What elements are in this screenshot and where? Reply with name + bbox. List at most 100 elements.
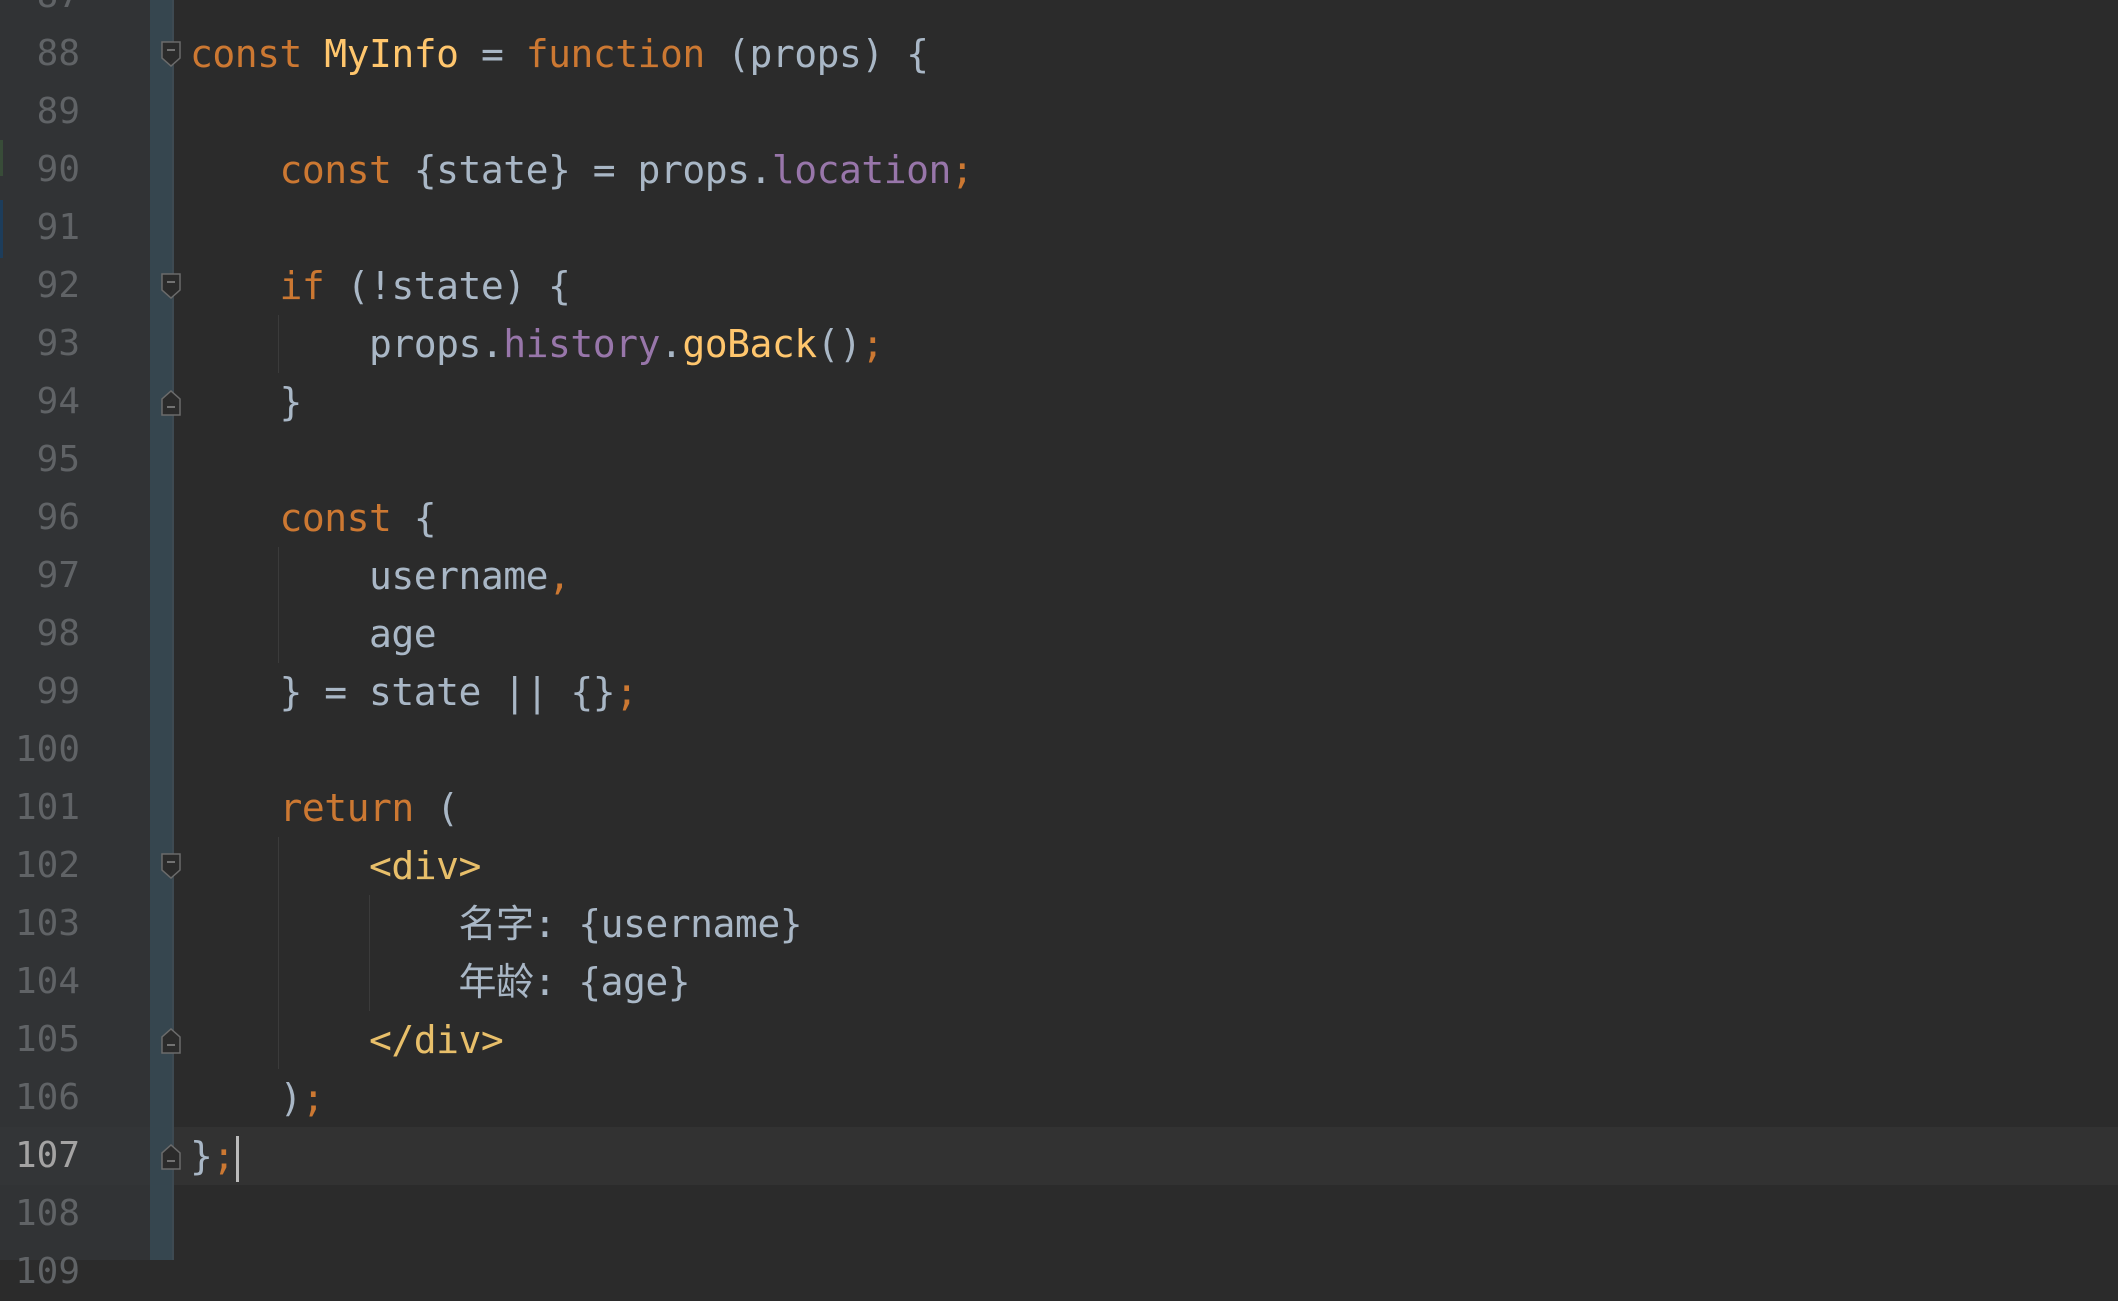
code-text: const MyInfo = function (props) {: [190, 25, 929, 83]
line-number: 108: [14, 1193, 80, 1234]
code-line[interactable]: 103 名字: {username}: [0, 895, 2118, 953]
code-text: </div>: [190, 1011, 504, 1069]
indent-guide: [278, 837, 280, 1069]
line-number: 105: [14, 1019, 80, 1060]
code-token-df: {: [413, 496, 437, 540]
line-number: 100: [14, 729, 80, 770]
code-token-pr: history: [503, 322, 660, 366]
code-token-tag: <div>: [190, 844, 481, 888]
code-text: if (!state) {: [190, 257, 571, 315]
code-token-fn: MyInfo: [324, 32, 459, 76]
code-token-df: (: [436, 786, 459, 830]
line-number: 104: [14, 961, 80, 1002]
line-number: 94: [36, 381, 80, 422]
code-line[interactable]: 99 } = state || {};: [0, 663, 2118, 721]
code-line[interactable]: 104 年龄: {age}: [0, 953, 2118, 1011]
code-token-pr: location: [771, 148, 952, 192]
code-token-df: 年龄: {age}: [190, 960, 691, 1004]
code-token-pn: ;: [861, 322, 884, 366]
code-text: }: [190, 373, 303, 431]
code-token-kw: const: [190, 496, 414, 540]
line-number: 88: [36, 33, 80, 74]
code-token-pn: ;: [950, 148, 974, 192]
code-token-pn: ,: [548, 554, 571, 598]
fold-collapse-icon[interactable]: [161, 41, 181, 68]
code-token-df: (props) {: [727, 32, 929, 76]
code-text: const {: [190, 489, 437, 547]
code-token-df: }: [190, 380, 303, 424]
code-line[interactable]: 87: [0, 0, 2118, 25]
line-number: 101: [14, 787, 80, 828]
code-text: 年龄: {age}: [190, 953, 691, 1011]
code-token-df: username: [190, 554, 549, 598]
code-line[interactable]: 98 age: [0, 605, 2118, 663]
code-line[interactable]: 102 <div>: [0, 837, 2118, 895]
line-number: 91: [36, 207, 80, 248]
code-line[interactable]: 106 );: [0, 1069, 2118, 1127]
indent-guide: [278, 315, 280, 373]
indent-guide: [368, 895, 370, 1011]
code-line[interactable]: 108: [0, 1185, 2118, 1243]
fold-collapse-icon[interactable]: [161, 853, 181, 880]
code-text: } = state || {};: [190, 663, 639, 721]
fold-end-icon[interactable]: [161, 389, 181, 416]
line-number: 97: [36, 555, 80, 596]
code-text: );: [190, 1069, 325, 1127]
code-line[interactable]: 93 props.history.goBack();: [0, 315, 2118, 373]
line-number: 109: [14, 1251, 80, 1292]
code-token-kw: const: [190, 148, 414, 192]
line-number: 103: [14, 903, 80, 944]
code-token-df: (): [816, 322, 862, 366]
code-token-kw: if: [190, 264, 347, 308]
current-line-highlight: [174, 1127, 2118, 1185]
line-number: 90: [36, 149, 80, 190]
code-line[interactable]: 90 const {state} = props.location;: [0, 141, 2118, 199]
line-number: 96: [36, 497, 80, 538]
code-text: };: [190, 1127, 239, 1185]
line-number: 99: [36, 671, 80, 712]
code-line[interactable]: 92 if (!state) {: [0, 257, 2118, 315]
fold-end-icon[interactable]: [161, 1143, 181, 1170]
line-number: 98: [36, 613, 80, 654]
code-text: username,: [190, 547, 571, 605]
code-token-df: =: [458, 32, 526, 76]
code-line[interactable]: 94 }: [0, 373, 2118, 431]
code-token-df: } = state || {}: [190, 670, 616, 714]
code-line[interactable]: 100: [0, 721, 2118, 779]
code-line[interactable]: 88 const MyInfo = function (props) {: [0, 25, 2118, 83]
code-token-df: {state} = props.: [413, 148, 773, 192]
code-line[interactable]: 95: [0, 431, 2118, 489]
line-number: 107: [14, 1135, 80, 1176]
code-line[interactable]: 107};: [0, 1127, 2118, 1185]
line-number: 102: [14, 845, 80, 886]
code-token-df: props.: [190, 322, 504, 366]
code-editor[interactable]: 87 88 const MyInfo = function (props) {89 9…: [0, 0, 2118, 1292]
fold-end-icon[interactable]: [161, 1027, 181, 1054]
text-cursor: [235, 1135, 239, 1182]
code-line[interactable]: 96 const {: [0, 489, 2118, 547]
code-text: props.history.goBack();: [190, 315, 884, 373]
code-token-kw: function: [525, 32, 728, 76]
code-token-df: }: [190, 1134, 213, 1178]
code-line[interactable]: 101 return (: [0, 779, 2118, 837]
code-line[interactable]: 89: [0, 83, 2118, 141]
code-token-pn: ;: [212, 1134, 235, 1178]
code-line[interactable]: 91: [0, 199, 2118, 257]
code-line[interactable]: 109: [0, 1243, 2118, 1301]
code-token-kw: return: [190, 786, 437, 830]
code-token-df: 名字: {username}: [190, 902, 803, 946]
code-token-df: (!state) {: [346, 264, 571, 308]
line-number: 93: [36, 323, 80, 364]
line-number: 87: [0, 0, 80, 25]
code-line[interactable]: 105 </div>: [0, 1011, 2118, 1069]
fold-collapse-icon[interactable]: [161, 273, 181, 300]
code-token-df: age: [190, 612, 437, 656]
code-token-df: .: [659, 322, 683, 366]
code-text: <div>: [190, 837, 481, 895]
code-text: return (: [190, 779, 460, 837]
line-number: 95: [36, 439, 80, 480]
indent-guide: [278, 547, 280, 663]
line-number: 92: [36, 265, 80, 306]
code-line[interactable]: 97 username,: [0, 547, 2118, 605]
code-text: age: [190, 605, 437, 663]
